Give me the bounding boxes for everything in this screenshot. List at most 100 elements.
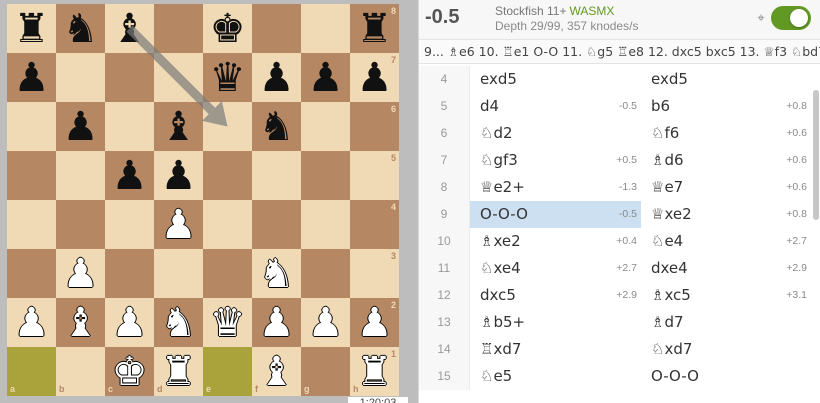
square-f8[interactable] <box>252 4 301 53</box>
move-san: ♕xe2 <box>651 205 692 223</box>
black-move[interactable]: O-O-O <box>641 363 811 390</box>
file-label: a <box>10 384 16 394</box>
square-b4[interactable] <box>56 200 105 249</box>
square-d3[interactable] <box>154 249 203 298</box>
square-c4[interactable] <box>105 200 154 249</box>
black-move[interactable]: b6 +0.8 <box>641 93 811 120</box>
move-san: ♖xd7 <box>480 340 522 358</box>
white-move[interactable]: ♗xe2 +0.4 <box>470 228 641 255</box>
square-g6[interactable] <box>301 102 350 151</box>
white-queen-icon[interactable]: ♛ <box>203 298 252 347</box>
square-c7[interactable] <box>105 53 154 102</box>
black-knight-icon[interactable]: ♞ <box>252 102 301 151</box>
square-b5[interactable] <box>56 151 105 200</box>
crosshair-icon[interactable]: ⌖ <box>754 12 768 26</box>
white-rook-icon[interactable]: ♜ <box>154 347 203 396</box>
black-move[interactable]: ♘xd7 <box>641 336 811 363</box>
scrollbar[interactable] <box>813 90 819 220</box>
black-pawn-icon[interactable]: ♟ <box>301 53 350 102</box>
black-move[interactable]: exd5 <box>641 66 811 93</box>
black-pawn-icon[interactable]: ♟ <box>105 151 154 200</box>
black-pawn-icon[interactable]: ♟ <box>56 102 105 151</box>
black-move[interactable]: ♗d7 <box>641 309 811 336</box>
engine-toggle[interactable] <box>771 6 811 30</box>
white-rook-icon[interactable]: ♜ <box>350 347 399 396</box>
square-c3[interactable] <box>105 249 154 298</box>
black-king-icon[interactable]: ♚ <box>203 4 252 53</box>
move-san: ♘xd7 <box>651 340 693 358</box>
move-eval: -0.5 <box>618 100 637 112</box>
white-pawn-icon[interactable]: ♟ <box>301 298 350 347</box>
rank-label: 3 <box>391 251 397 261</box>
white-move[interactable]: exd5 <box>470 66 641 93</box>
white-bishop-icon[interactable]: ♝ <box>252 347 301 396</box>
white-move[interactable]: ♘e5 <box>470 363 641 390</box>
white-pawn-icon[interactable]: ♟ <box>105 298 154 347</box>
white-pawn-icon[interactable]: ♟ <box>56 249 105 298</box>
move-eval: +2.7 <box>786 235 807 247</box>
white-knight-icon[interactable]: ♞ <box>252 249 301 298</box>
square-e3[interactable] <box>203 249 252 298</box>
square-a5[interactable] <box>7 151 56 200</box>
move-san: ♗d6 <box>651 151 684 169</box>
white-move[interactable]: O-O-O -0.5 <box>470 201 641 228</box>
black-bishop-icon[interactable]: ♝ <box>154 102 203 151</box>
white-bishop-icon[interactable]: ♝ <box>56 298 105 347</box>
square-g3[interactable] <box>301 249 350 298</box>
black-knight-icon[interactable]: ♞ <box>56 4 105 53</box>
square-f5[interactable] <box>252 151 301 200</box>
white-pawn-icon[interactable]: ♟ <box>154 200 203 249</box>
square-g5[interactable] <box>301 151 350 200</box>
black-rook-icon[interactable]: ♜ <box>7 4 56 53</box>
square-e6[interactable] <box>203 102 252 151</box>
square-g4[interactable] <box>301 200 350 249</box>
square-c6[interactable] <box>105 102 154 151</box>
principal-variation[interactable]: 9... ♗e6 10. ♖e1 O-O 11. ♘g5 ♖e8 12. dxc… <box>419 40 820 64</box>
move-number: 5 <box>419 93 470 120</box>
move-eval: -0.5 <box>618 208 637 220</box>
white-knight-icon[interactable]: ♞ <box>154 298 203 347</box>
black-move[interactable]: ♘f6 +0.6 <box>641 120 811 147</box>
black-pawn-icon[interactable]: ♟ <box>350 53 399 102</box>
white-king-icon[interactable]: ♚ <box>105 347 154 396</box>
black-move[interactable]: ♕e7 +0.6 <box>641 174 811 201</box>
black-move[interactable]: dxe4 +2.9 <box>641 255 811 282</box>
move-san: b6 <box>651 97 671 115</box>
white-move[interactable]: ♕e2+ -1.3 <box>470 174 641 201</box>
black-bishop-icon[interactable]: ♝ <box>105 4 154 53</box>
move-san: ♗xc5 <box>651 286 691 304</box>
black-pawn-icon[interactable]: ♟ <box>252 53 301 102</box>
black-rook-icon[interactable]: ♜ <box>350 4 399 53</box>
white-move[interactable]: d4 -0.5 <box>470 93 641 120</box>
chessboard[interactable]: 8 7 6 5 4 3 2 a b c d e f g 1 h ♜ ♞ ♝ ♚ ♜ ♟ ♛ ♟ ♟ ♟ ♟ ♝ ♞ ♟ ♟ ♟ ♟ ♞ ♟ ♝ ♟ ♞ ♛ ♟… <box>7 4 399 396</box>
square-g8[interactable] <box>301 4 350 53</box>
square-a6[interactable] <box>7 102 56 151</box>
square-e4[interactable] <box>203 200 252 249</box>
move-number: 9 <box>419 201 470 228</box>
black-move[interactable]: ♘e4 +2.7 <box>641 228 811 255</box>
white-move[interactable]: ♘xe4 +2.7 <box>470 255 641 282</box>
black-pawn-icon[interactable]: ♟ <box>7 53 56 102</box>
white-pawn-icon[interactable]: ♟ <box>7 298 56 347</box>
black-queen-icon[interactable]: ♛ <box>203 53 252 102</box>
square-a3[interactable] <box>7 249 56 298</box>
square-d7[interactable] <box>154 53 203 102</box>
move-number: 7 <box>419 147 470 174</box>
white-move[interactable]: dxc5 +2.9 <box>470 282 641 309</box>
move-number: 15 <box>419 363 470 390</box>
black-pawn-icon[interactable]: ♟ <box>154 151 203 200</box>
white-pawn-icon[interactable]: ♟ <box>350 298 399 347</box>
white-move[interactable]: ♖xd7 <box>470 336 641 363</box>
square-f4[interactable] <box>252 200 301 249</box>
white-move[interactable]: ♘gf3 +0.5 <box>470 147 641 174</box>
white-pawn-icon[interactable]: ♟ <box>252 298 301 347</box>
black-move[interactable]: ♗xc5 +3.1 <box>641 282 811 309</box>
square-b7[interactable] <box>56 53 105 102</box>
square-d8[interactable] <box>154 4 203 53</box>
white-move[interactable]: ♗b5+ <box>470 309 641 336</box>
black-move[interactable]: ♗d6 +0.6 <box>641 147 811 174</box>
black-move[interactable]: ♕xe2 +0.8 <box>641 201 811 228</box>
square-a4[interactable] <box>7 200 56 249</box>
white-move[interactable]: ♘d2 <box>470 120 641 147</box>
square-e5[interactable] <box>203 151 252 200</box>
